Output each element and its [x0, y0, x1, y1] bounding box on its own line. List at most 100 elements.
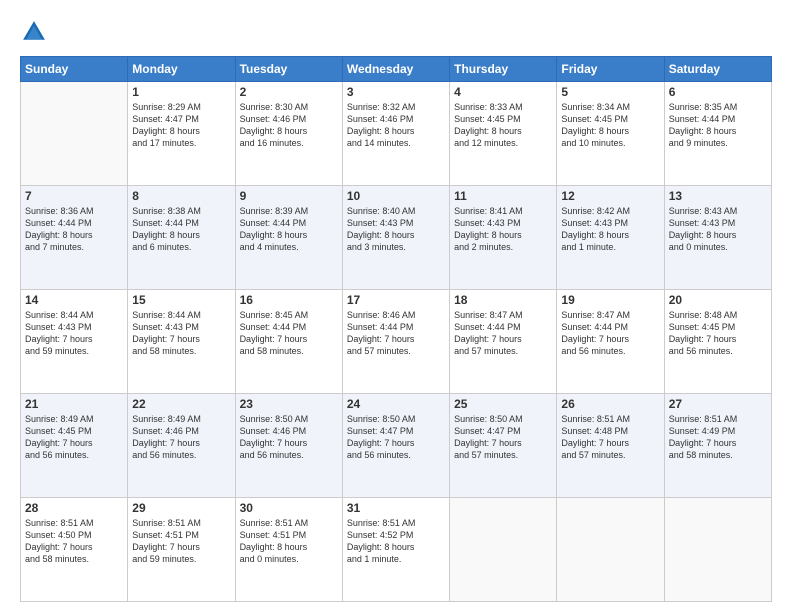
day-number: 26	[561, 397, 659, 411]
calendar-table: SundayMondayTuesdayWednesdayThursdayFrid…	[20, 56, 772, 602]
table-row	[664, 498, 771, 602]
day-number: 10	[347, 189, 445, 203]
day-info: Sunrise: 8:39 AM Sunset: 4:44 PM Dayligh…	[240, 205, 338, 254]
day-number: 28	[25, 501, 123, 515]
day-number: 18	[454, 293, 552, 307]
weekday-header-friday: Friday	[557, 57, 664, 82]
day-info: Sunrise: 8:51 AM Sunset: 4:49 PM Dayligh…	[669, 413, 767, 462]
calendar-week-row: 7 Sunrise: 8:36 AM Sunset: 4:44 PM Daylig…	[21, 186, 772, 290]
day-info: Sunrise: 8:30 AM Sunset: 4:46 PM Dayligh…	[240, 101, 338, 150]
day-number: 13	[669, 189, 767, 203]
day-info: Sunrise: 8:36 AM Sunset: 4:44 PM Dayligh…	[25, 205, 123, 254]
weekday-header-sunday: Sunday	[21, 57, 128, 82]
table-row: 27 Sunrise: 8:51 AM Sunset: 4:49 PM Dayli…	[664, 394, 771, 498]
day-info: Sunrise: 8:51 AM Sunset: 4:51 PM Dayligh…	[240, 517, 338, 566]
day-number: 16	[240, 293, 338, 307]
day-number: 24	[347, 397, 445, 411]
day-number: 22	[132, 397, 230, 411]
day-info: Sunrise: 8:46 AM Sunset: 4:44 PM Dayligh…	[347, 309, 445, 358]
day-number: 3	[347, 85, 445, 99]
table-row: 29Sunrise: 8:51 AM Sunset: 4:51 PM Dayli…	[128, 498, 235, 602]
day-info: Sunrise: 8:35 AM Sunset: 4:44 PM Dayligh…	[669, 101, 767, 150]
day-number: 5	[561, 85, 659, 99]
day-info: Sunrise: 8:43 AM Sunset: 4:43 PM Dayligh…	[669, 205, 767, 254]
table-row: 28 Sunrise: 8:51 AM Sunset: 4:50 PM Dayli…	[21, 498, 128, 602]
table-row: 8Sunrise: 8:38 AM Sunset: 4:44 PM Daylig…	[128, 186, 235, 290]
day-number: 31	[347, 501, 445, 515]
weekday-header-row: SundayMondayTuesdayWednesdayThursdayFrid…	[21, 57, 772, 82]
weekday-header-thursday: Thursday	[450, 57, 557, 82]
day-number: 30	[240, 501, 338, 515]
day-info: Sunrise: 8:51 AM Sunset: 4:52 PM Dayligh…	[347, 517, 445, 566]
weekday-header-saturday: Saturday	[664, 57, 771, 82]
day-number: 15	[132, 293, 230, 307]
table-row: 31 Sunrise: 8:51 AM Sunset: 4:52 PM Dayli…	[342, 498, 449, 602]
table-row: 25 Sunrise: 8:50 AM Sunset: 4:47 PM Dayli…	[450, 394, 557, 498]
table-row: 5Sunrise: 8:34 AM Sunset: 4:45 PM Daylig…	[557, 82, 664, 186]
day-number: 19	[561, 293, 659, 307]
day-number: 4	[454, 85, 552, 99]
table-row: 13 Sunrise: 8:43 AM Sunset: 4:43 PM Dayli…	[664, 186, 771, 290]
table-row	[450, 498, 557, 602]
table-row: 11 Sunrise: 8:41 AM Sunset: 4:43 PM Dayli…	[450, 186, 557, 290]
day-info: Sunrise: 8:29 AM Sunset: 4:47 PM Dayligh…	[132, 101, 230, 150]
calendar-week-row: 14 Sunrise: 8:44 AM Sunset: 4:43 PM Dayli…	[21, 290, 772, 394]
day-number: 6	[669, 85, 767, 99]
calendar-week-row: 28 Sunrise: 8:51 AM Sunset: 4:50 PM Dayli…	[21, 498, 772, 602]
day-number: 12	[561, 189, 659, 203]
day-info: Sunrise: 8:40 AM Sunset: 4:43 PM Dayligh…	[347, 205, 445, 254]
day-info: Sunrise: 8:42 AM Sunset: 4:43 PM Dayligh…	[561, 205, 659, 254]
day-number: 17	[347, 293, 445, 307]
day-info: Sunrise: 8:32 AM Sunset: 4:46 PM Dayligh…	[347, 101, 445, 150]
day-number: 2	[240, 85, 338, 99]
day-info: Sunrise: 8:44 AM Sunset: 4:43 PM Dayligh…	[25, 309, 123, 358]
table-row: 22Sunrise: 8:49 AM Sunset: 4:46 PM Dayli…	[128, 394, 235, 498]
weekday-header-tuesday: Tuesday	[235, 57, 342, 82]
page: SundayMondayTuesdayWednesdayThursdayFrid…	[0, 0, 792, 612]
day-info: Sunrise: 8:51 AM Sunset: 4:50 PM Dayligh…	[25, 517, 123, 566]
table-row: 1 Sunrise: 8:29 AM Sunset: 4:47 PM Daylig…	[128, 82, 235, 186]
calendar-week-row: 21Sunrise: 8:49 AM Sunset: 4:45 PM Dayli…	[21, 394, 772, 498]
table-row: 26 Sunrise: 8:51 AM Sunset: 4:48 PM Dayli…	[557, 394, 664, 498]
day-info: Sunrise: 8:50 AM Sunset: 4:47 PM Dayligh…	[454, 413, 552, 462]
day-info: Sunrise: 8:47 AM Sunset: 4:44 PM Dayligh…	[561, 309, 659, 358]
table-row: 24 Sunrise: 8:50 AM Sunset: 4:47 PM Dayli…	[342, 394, 449, 498]
day-number: 23	[240, 397, 338, 411]
day-number: 9	[240, 189, 338, 203]
day-info: Sunrise: 8:38 AM Sunset: 4:44 PM Dayligh…	[132, 205, 230, 254]
day-number: 1	[132, 85, 230, 99]
day-info: Sunrise: 8:33 AM Sunset: 4:45 PM Dayligh…	[454, 101, 552, 150]
day-number: 20	[669, 293, 767, 307]
table-row: 16 Sunrise: 8:45 AM Sunset: 4:44 PM Dayli…	[235, 290, 342, 394]
day-number: 27	[669, 397, 767, 411]
table-row: 7 Sunrise: 8:36 AM Sunset: 4:44 PM Daylig…	[21, 186, 128, 290]
table-row: 9 Sunrise: 8:39 AM Sunset: 4:44 PM Daylig…	[235, 186, 342, 290]
header	[20, 18, 772, 46]
table-row	[21, 82, 128, 186]
day-number: 11	[454, 189, 552, 203]
day-info: Sunrise: 8:48 AM Sunset: 4:45 PM Dayligh…	[669, 309, 767, 358]
logo	[20, 18, 52, 46]
table-row: 15Sunrise: 8:44 AM Sunset: 4:43 PM Dayli…	[128, 290, 235, 394]
table-row: 30 Sunrise: 8:51 AM Sunset: 4:51 PM Dayli…	[235, 498, 342, 602]
day-info: Sunrise: 8:51 AM Sunset: 4:48 PM Dayligh…	[561, 413, 659, 462]
table-row	[557, 498, 664, 602]
table-row: 2 Sunrise: 8:30 AM Sunset: 4:46 PM Daylig…	[235, 82, 342, 186]
day-number: 25	[454, 397, 552, 411]
day-number: 7	[25, 189, 123, 203]
day-info: Sunrise: 8:49 AM Sunset: 4:45 PM Dayligh…	[25, 413, 123, 462]
weekday-header-monday: Monday	[128, 57, 235, 82]
day-info: Sunrise: 8:50 AM Sunset: 4:47 PM Dayligh…	[347, 413, 445, 462]
day-info: Sunrise: 8:47 AM Sunset: 4:44 PM Dayligh…	[454, 309, 552, 358]
day-info: Sunrise: 8:45 AM Sunset: 4:44 PM Dayligh…	[240, 309, 338, 358]
table-row: 14 Sunrise: 8:44 AM Sunset: 4:43 PM Dayli…	[21, 290, 128, 394]
day-info: Sunrise: 8:50 AM Sunset: 4:46 PM Dayligh…	[240, 413, 338, 462]
table-row: 12 Sunrise: 8:42 AM Sunset: 4:43 PM Dayli…	[557, 186, 664, 290]
table-row: 23 Sunrise: 8:50 AM Sunset: 4:46 PM Dayli…	[235, 394, 342, 498]
table-row: 10 Sunrise: 8:40 AM Sunset: 4:43 PM Dayli…	[342, 186, 449, 290]
day-info: Sunrise: 8:41 AM Sunset: 4:43 PM Dayligh…	[454, 205, 552, 254]
table-row: 17 Sunrise: 8:46 AM Sunset: 4:44 PM Dayli…	[342, 290, 449, 394]
logo-icon	[20, 18, 48, 46]
table-row: 6 Sunrise: 8:35 AM Sunset: 4:44 PM Daylig…	[664, 82, 771, 186]
day-number: 14	[25, 293, 123, 307]
